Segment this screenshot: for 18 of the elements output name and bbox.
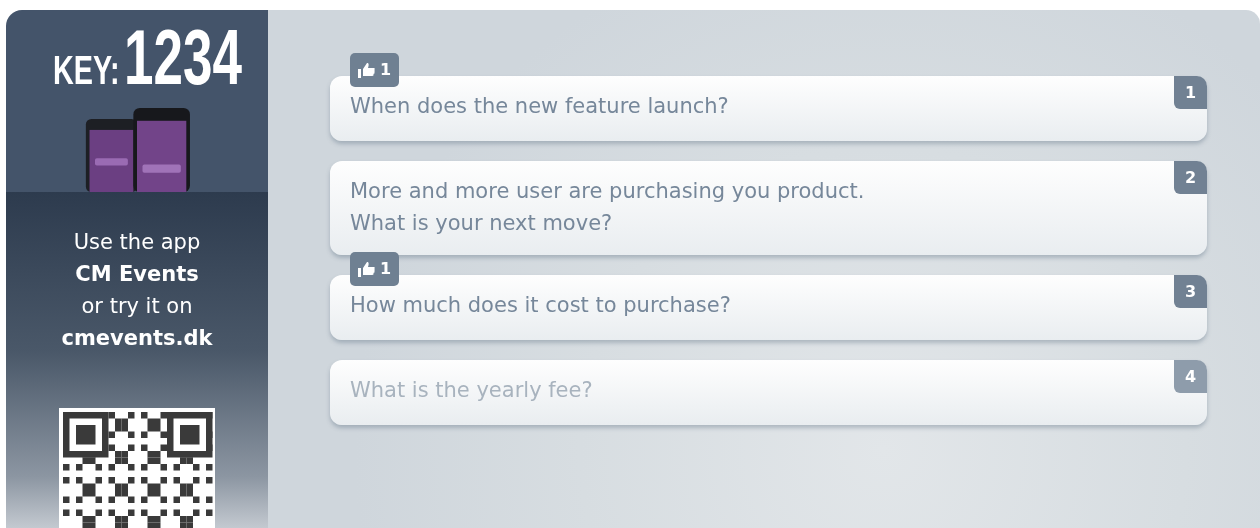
key-label: KEY: [52, 47, 120, 94]
question-number: 4 [1174, 360, 1207, 393]
key-value: 1234 [123, 18, 242, 96]
instruction-text: or try it on [80, 293, 194, 320]
question-number: 2 [1174, 161, 1207, 194]
question-text: More and more user are purchasing you product. What is your next move? [350, 178, 866, 237]
app-name-text: CM Events [74, 261, 200, 288]
thumbs-up-icon [358, 261, 375, 277]
thumbs-up-icon [358, 62, 375, 78]
likes-count: 1 [380, 258, 392, 280]
question-text: When does the new feature launch? [350, 93, 730, 120]
question-text: What is the yearly fee? [350, 377, 594, 404]
question-text: How much does it cost to purchase? [350, 292, 732, 319]
question-number: 3 [1174, 275, 1207, 308]
likes-count: 1 [380, 59, 392, 81]
app-name-text: cmevents.dk [61, 325, 213, 352]
instruction-text: Use the app [72, 229, 202, 256]
question-number: 1 [1174, 76, 1207, 109]
